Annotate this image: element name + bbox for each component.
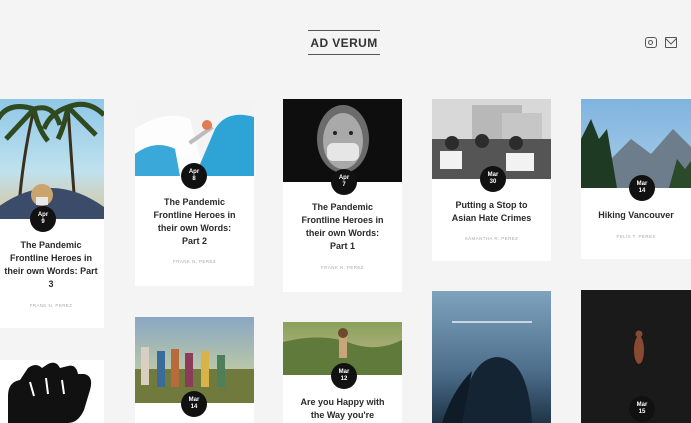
post-title[interactable]: The Pandemic Frontline Heroes in their o… [297, 201, 388, 253]
post-card[interactable] [432, 291, 551, 423]
post-author[interactable]: Felix T. Perez [585, 234, 687, 239]
post-thumbnail [581, 99, 691, 188]
post-date-badge: Mar 12 [331, 363, 357, 389]
post-title[interactable]: Are you Happy with the Way you're [297, 396, 388, 422]
post-card[interactable]: Apr 7 The Pandemic Frontline Heroes in th… [283, 99, 402, 292]
post-card[interactable]: Mar 14 [135, 317, 254, 423]
post-card[interactable]: Mar 12 Are you Happy with the Way you're [283, 322, 402, 423]
post-thumbnail [432, 291, 551, 423]
site-logo[interactable]: AD VERUM [308, 30, 380, 55]
post-card[interactable]: Apr 9 The Pandemic Frontline Heroes in th… [0, 99, 104, 328]
post-title[interactable]: The Pandemic Frontline Heroes in their o… [2, 239, 100, 291]
post-date-badge: Apr 9 [30, 206, 56, 232]
mail-icon[interactable] [665, 37, 677, 48]
post-date-badge: Apr 7 [331, 169, 357, 195]
post-card[interactable]: Mar 15 [581, 290, 691, 423]
post-author[interactable]: Samantha R. Perez [436, 236, 547, 241]
raised-fist-image [8, 362, 92, 423]
post-thumbnail [0, 99, 104, 219]
post-title[interactable]: Hiking Vancouver [591, 209, 681, 222]
logo-bottom-rule [308, 54, 380, 55]
post-thumbnail [0, 360, 104, 423]
instagram-icon[interactable] [645, 37, 657, 48]
post-card[interactable]: Mar 30 Putting a Stop to Asian Hate Crime… [432, 99, 551, 261]
post-title[interactable]: The Pandemic Frontline Heroes in their o… [149, 196, 240, 248]
post-card[interactable]: Mar 14 Hiking Vancouver Felix T. Perez [581, 99, 691, 259]
post-card[interactable] [0, 360, 104, 423]
post-title[interactable]: Putting a Stop to Asian Hate Crimes [446, 199, 537, 225]
post-date-badge: Apr 8 [181, 163, 207, 189]
post-date-badge: Mar 15 [629, 396, 655, 422]
post-author[interactable]: Frank N. Perez [287, 265, 398, 270]
post-date-badge: Mar 14 [629, 175, 655, 201]
book-cover-image [442, 321, 532, 423]
site-header: AD VERUM [0, 0, 691, 80]
post-date-badge: Mar 30 [480, 166, 506, 192]
post-author[interactable]: Frank N. Perez [139, 259, 250, 264]
post-author[interactable]: Frank N. Perez [2, 303, 100, 308]
site-title: AD VERUM [310, 36, 378, 50]
palm-beach-image [0, 101, 104, 219]
mountain-forest-image [581, 119, 691, 188]
post-date-badge: Mar 14 [181, 391, 207, 417]
post-card[interactable]: Apr 8 The Pandemic Frontline Heroes in th… [135, 99, 254, 286]
